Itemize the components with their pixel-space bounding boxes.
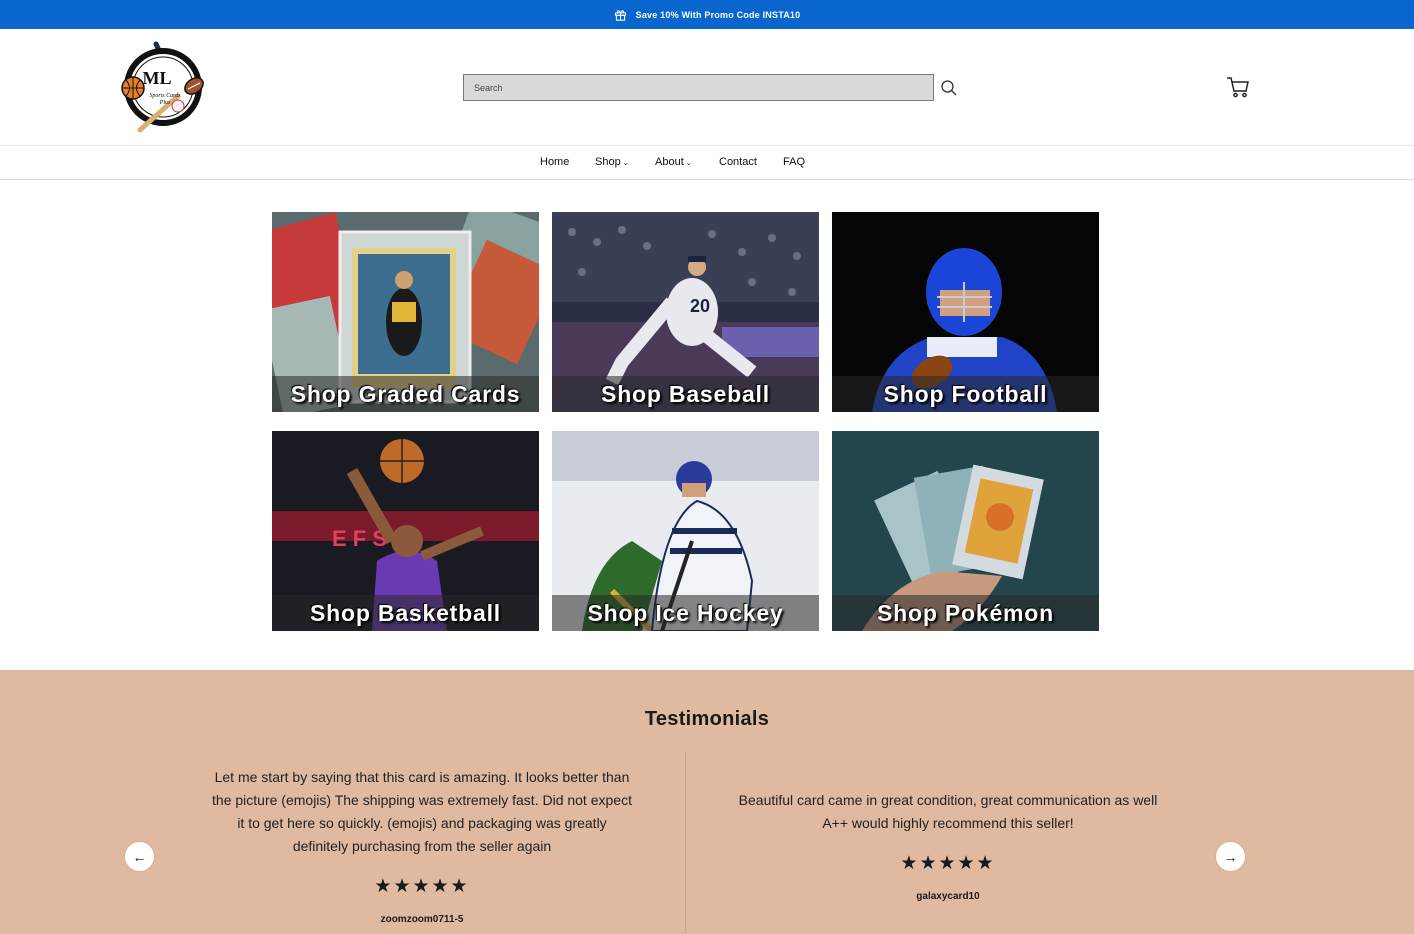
chevron-down-icon: ⌄ bbox=[685, 159, 692, 167]
testimonial-author: zoomzoom0711-5 bbox=[380, 914, 464, 925]
arrow-right-icon: → bbox=[1223, 848, 1238, 865]
testimonials-section: Testimonials Let me start by saying that… bbox=[0, 670, 1414, 934]
nav-item-about[interactable]: About ⌄ bbox=[655, 156, 692, 168]
search-icon bbox=[941, 80, 957, 96]
testimonial-quote: Let me start by saying that this card is… bbox=[212, 769, 632, 854]
gift-icon bbox=[614, 10, 626, 21]
chevron-down-icon: ⌄ bbox=[622, 159, 629, 167]
svg-text:Sports Cards: Sports Cards bbox=[149, 93, 181, 99]
tile-label: Shop Graded Cards bbox=[290, 381, 521, 407]
nav-item-faq[interactable]: FAQ bbox=[783, 156, 805, 168]
svg-text:20: 20 bbox=[690, 296, 710, 316]
rating-stars: ★★★★★ bbox=[900, 853, 996, 874]
search-button[interactable] bbox=[940, 79, 958, 97]
next-testimonial-button[interactable]: → bbox=[1215, 841, 1246, 872]
testimonial-author: galaxycard10 bbox=[916, 891, 980, 902]
nav-label: Contact bbox=[719, 156, 757, 168]
prev-testimonial-button[interactable]: ← bbox=[124, 841, 155, 872]
store-logo[interactable]: ML Sports Cards Plus bbox=[118, 40, 208, 134]
svg-text:Plus: Plus bbox=[159, 100, 171, 106]
svg-text:ML: ML bbox=[143, 68, 172, 88]
promo-bar: Save 10% With Promo Code INSTA10 bbox=[0, 0, 1414, 29]
tile-label: Shop Football bbox=[883, 381, 1048, 407]
cart-button[interactable] bbox=[1226, 76, 1250, 98]
nav-item-home[interactable]: Home bbox=[540, 156, 569, 168]
testimonials-title: Testimonials bbox=[644, 708, 770, 730]
nav-label: About bbox=[655, 156, 684, 168]
tile-label: Shop Basketball bbox=[310, 600, 501, 626]
tile-football[interactable]: Shop Football bbox=[832, 212, 1099, 412]
tile-label: Shop Ice Hockey bbox=[587, 600, 784, 626]
arrow-left-icon: ← bbox=[132, 848, 147, 865]
tile-baseball[interactable]: 20 Shop Baseball bbox=[552, 212, 819, 412]
tile-graded-cards[interactable]: Shop Graded Cards bbox=[272, 212, 539, 412]
tile-basketball[interactable]: E F S Shop Basketball bbox=[272, 431, 539, 631]
main-nav: Home Shop ⌄ About ⌄ Contact FAQ bbox=[0, 145, 1414, 180]
cart-icon bbox=[1227, 77, 1249, 98]
testimonial-quote: Beautiful card came in great condition, … bbox=[738, 792, 1158, 831]
search-placeholder: Search bbox=[474, 82, 503, 93]
tile-label: Shop Pokémon bbox=[876, 600, 1054, 626]
search-input[interactable]: Search bbox=[463, 74, 934, 101]
testimonial-divider bbox=[685, 752, 686, 934]
tile-label: Shop Baseball bbox=[601, 381, 770, 407]
nav-label: Shop bbox=[595, 156, 621, 168]
nav-label: Home bbox=[540, 156, 570, 168]
nav-item-contact[interactable]: Contact bbox=[719, 156, 757, 168]
tile-pokemon[interactable]: Shop Pokémon bbox=[832, 431, 1099, 631]
nav-label: FAQ bbox=[783, 156, 806, 168]
tile-ice-hockey[interactable]: Shop Ice Hockey bbox=[552, 431, 819, 631]
promo-text: Save 10% With Promo Code INSTA10 bbox=[635, 9, 801, 20]
nav-item-shop[interactable]: Shop ⌄ bbox=[595, 156, 629, 168]
rating-stars: ★★★★★ bbox=[374, 876, 470, 897]
